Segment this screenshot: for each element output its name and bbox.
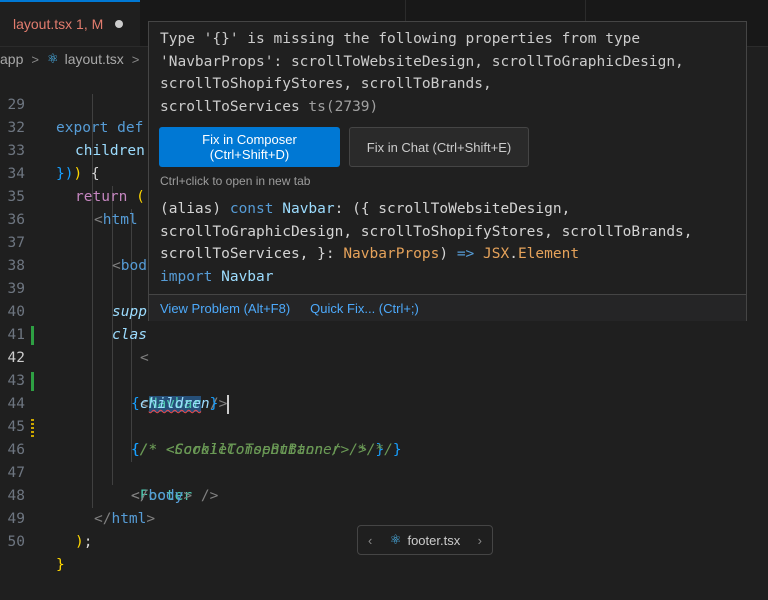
peek-file-navigator: ‹ ⚛ footer.tsx ›	[357, 525, 493, 555]
unsaved-dot-icon[interactable]	[115, 20, 124, 28]
breadcrumb-app[interactable]: app	[0, 51, 23, 67]
code-line: 46 <Footer />	[0, 416, 768, 504]
error-text: scrollToServices	[160, 98, 300, 115]
button-label: Fix in Composer	[202, 132, 297, 147]
def-token: NavbarProps	[343, 246, 440, 262]
code-line: 49 );	[0, 485, 768, 550]
chevron-right-icon: >	[131, 51, 140, 67]
def-token: : ({ scrollToWebsiteDesign,	[334, 201, 571, 217]
view-problem-link[interactable]: View Problem (Alt+F8)	[160, 301, 290, 316]
chevron-right-icon[interactable]: ›	[478, 533, 482, 548]
file-name[interactable]: footer.tsx	[407, 533, 460, 548]
git-modified-marker	[31, 326, 34, 345]
code-line: 48 </html>	[0, 462, 768, 527]
button-shortcut: (Ctrl+Shift+D)	[209, 147, 290, 162]
chevron-left-icon[interactable]: ‹	[368, 533, 372, 548]
error-text: 'NavbarProps': scrollToWebsiteDesign, sc…	[160, 53, 684, 70]
def-token: import	[160, 268, 222, 285]
code-line: 47 </body>	[0, 439, 768, 504]
hint-text: Ctrl+click to open in new tab	[160, 174, 311, 188]
def-token: scrollToServices, }:	[160, 246, 344, 262]
code-token: }	[56, 557, 65, 573]
code-line: 44 {/* <ScrollToTopButton /> */}	[0, 370, 768, 458]
chevron-right-icon: >	[31, 51, 39, 67]
error-text: Type '{}' is missing the following prope…	[160, 31, 641, 47]
def-token: scrollToGraphicDesign, scrollToShopifySt…	[160, 223, 693, 240]
tab-layout-tsx[interactable]: layout.tsx 1, M	[0, 0, 140, 46]
code-line: 43 {children}	[0, 347, 768, 412]
def-token: Element	[517, 246, 580, 262]
line-number: 50	[7, 534, 25, 550]
def-token: =>	[456, 246, 475, 262]
fix-in-chat-button[interactable]: Fix in Chat (Ctrl+Shift+E)	[349, 127, 529, 167]
def-token: const	[229, 201, 283, 217]
quick-fix-link[interactable]: Quick Fix... (Ctrl+;)	[310, 301, 419, 316]
git-change-marker	[31, 418, 34, 437]
def-token: Navbar	[282, 201, 335, 217]
tab-title: layout.tsx 1, M	[13, 16, 104, 32]
fix-in-composer-button[interactable]: Fix in Composer (Ctrl+Shift+D)	[159, 127, 340, 167]
def-token: )	[439, 246, 457, 262]
def-token: JSX	[474, 246, 510, 262]
git-modified-marker	[31, 372, 34, 391]
react-icon: ⚛	[46, 51, 59, 67]
code-token: ;	[83, 534, 93, 550]
error-message: Type '{}' is missing the following prope…	[160, 28, 740, 118]
hover-popup: Type '{}' is missing the following prope…	[148, 21, 747, 321]
code-line: 45 {/* <CookieConsentBanner /> */}	[0, 393, 768, 458]
definition-text: (alias) const Navbar: ({ scrollToWebsite…	[160, 198, 740, 288]
react-icon: ⚛	[389, 532, 402, 548]
def-token: Navbar	[221, 268, 274, 285]
hover-actions-bar: View Problem (Alt+F8) Quick Fix... (Ctrl…	[149, 294, 746, 321]
code-line-current: 42 <Navbar />	[0, 324, 768, 414]
breadcrumb-file[interactable]: layout.tsx	[65, 51, 124, 67]
error-code: ts(2739)	[299, 98, 379, 115]
code-token: )	[75, 534, 84, 550]
def-token: .	[509, 246, 518, 262]
error-text: scrollToShopifyStores, scrollToBrands,	[160, 76, 492, 92]
def-token: (alias)	[160, 201, 230, 217]
